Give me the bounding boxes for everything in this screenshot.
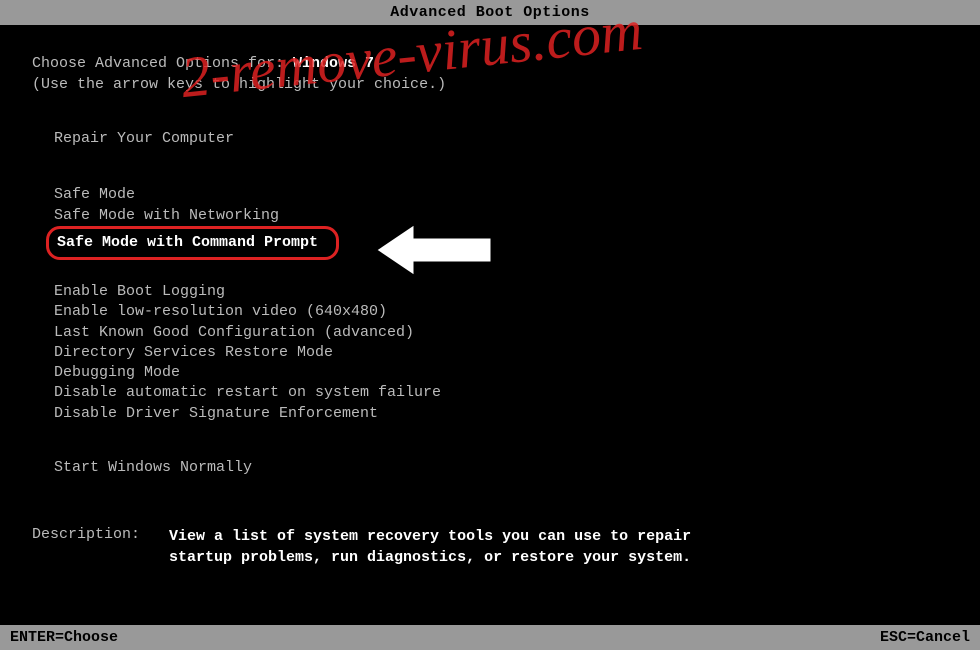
menu-safe-mode-networking[interactable]: Safe Mode with Networking <box>54 206 948 226</box>
safe-mode-group: Safe Mode Safe Mode with Networking Safe… <box>54 185 948 260</box>
menu-enable-boot-logging[interactable]: Enable Boot Logging <box>54 282 948 302</box>
advanced-group: Enable Boot Logging Enable low-resolutio… <box>54 282 948 424</box>
footer-enter: ENTER=Choose <box>10 629 118 646</box>
choose-prompt: Choose Advanced Options for: Windows 7 <box>32 55 948 72</box>
menu-debugging-mode[interactable]: Debugging Mode <box>54 363 948 383</box>
repair-section: Repair Your Computer <box>54 129 948 149</box>
menu-disable-driver-sig[interactable]: Disable Driver Signature Enforcement <box>54 404 948 424</box>
description-label: Description: <box>32 526 160 543</box>
menu-disable-auto-restart[interactable]: Disable automatic restart on system fail… <box>54 383 948 403</box>
menu-last-known-good[interactable]: Last Known Good Configuration (advanced) <box>54 323 948 343</box>
description-block: Description: View a list of system recov… <box>32 526 948 568</box>
window-title: Advanced Boot Options <box>390 4 590 21</box>
footer-bar: ENTER=Choose ESC=Cancel <box>0 625 980 650</box>
normal-group: Start Windows Normally <box>54 458 948 478</box>
description-text: View a list of system recovery tools you… <box>169 526 729 568</box>
menu-repair-computer[interactable]: Repair Your Computer <box>54 129 948 149</box>
main-content: Choose Advanced Options for: Windows 7 (… <box>0 25 980 568</box>
menu-low-res-video[interactable]: Enable low-resolution video (640x480) <box>54 302 948 322</box>
menu-safe-mode-command-prompt[interactable]: Safe Mode with Command Prompt <box>46 226 339 260</box>
menu-start-normally[interactable]: Start Windows Normally <box>54 458 948 478</box>
prompt-prefix: Choose Advanced Options for: <box>32 55 293 72</box>
arrow-key-hint: (Use the arrow keys to highlight your ch… <box>32 76 948 93</box>
os-name: Windows 7 <box>293 55 374 72</box>
menu-ds-restore-mode[interactable]: Directory Services Restore Mode <box>54 343 948 363</box>
title-bar: Advanced Boot Options <box>0 0 980 25</box>
menu-safe-mode[interactable]: Safe Mode <box>54 185 948 205</box>
footer-esc: ESC=Cancel <box>880 629 970 646</box>
